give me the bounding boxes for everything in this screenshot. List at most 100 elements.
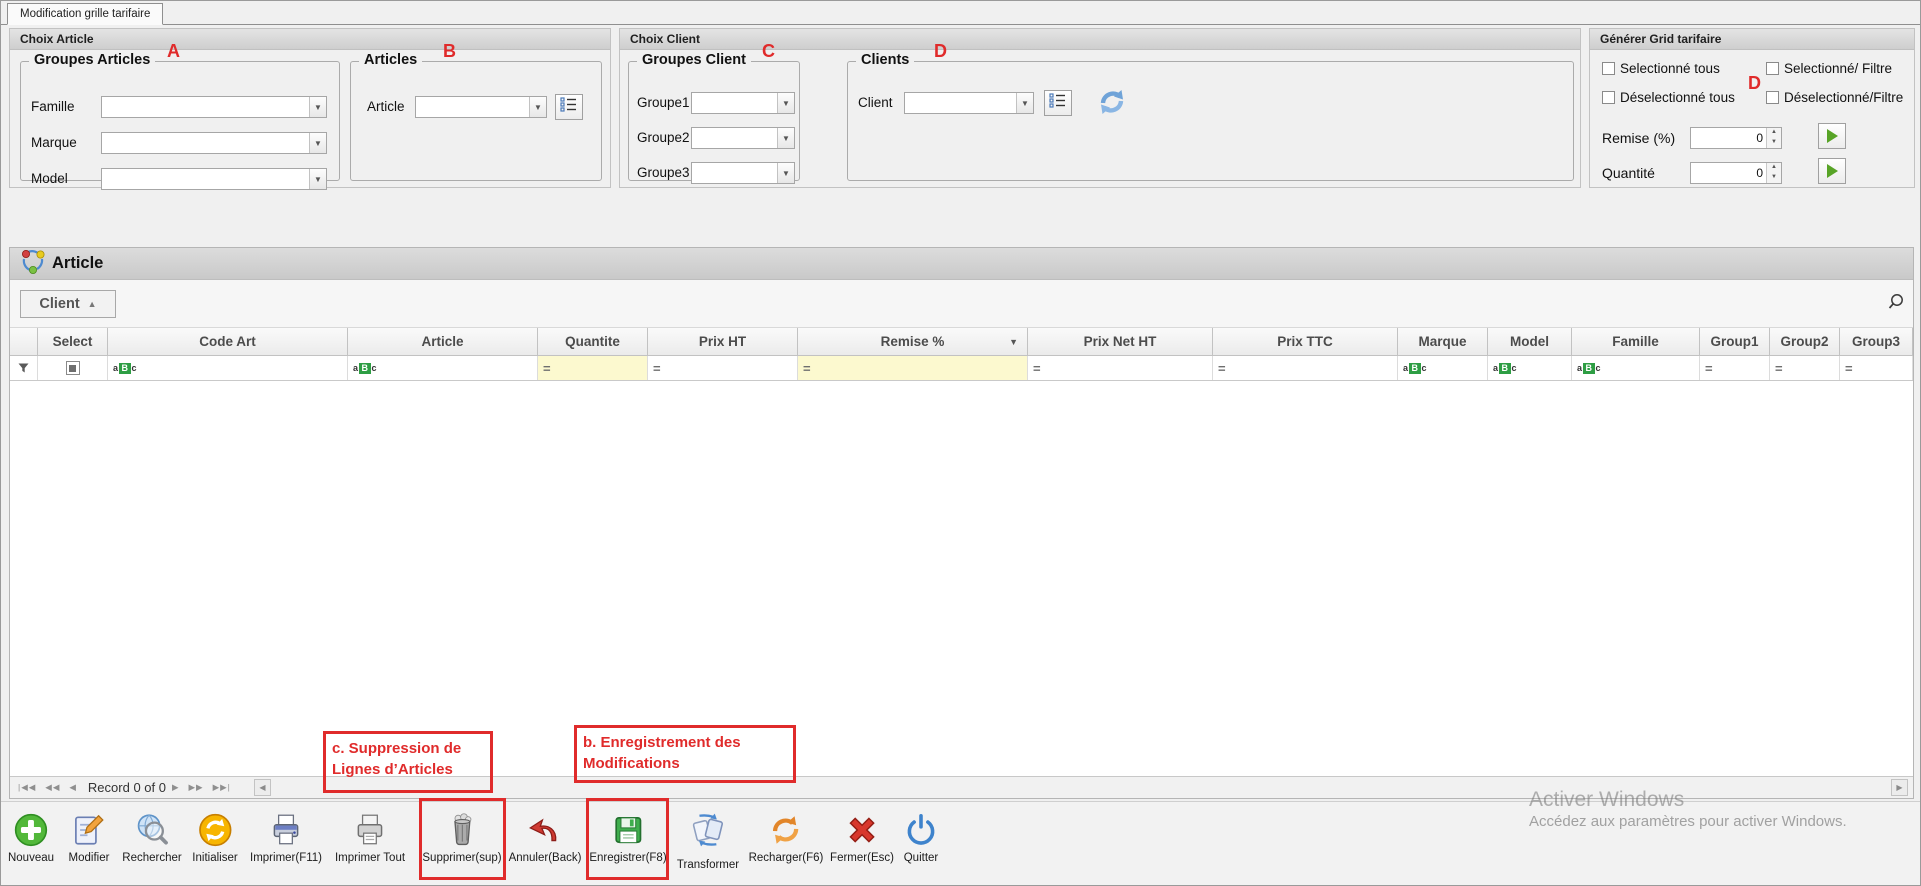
chevron-down-icon[interactable]: ▼ [529,97,546,117]
checkbox-selectionne-filtre[interactable]: Selectionné/ Filtre [1766,61,1892,76]
apply-quantite-button[interactable] [1818,158,1846,184]
toolbar-button-quitter[interactable]: Quitter [902,811,940,864]
filter-cell-article[interactable]: aBc [348,356,538,380]
remise-spinner[interactable]: 0▲▼ [1690,127,1782,149]
annotation-letter-c: C [762,41,775,62]
checkbox-icon[interactable] [1602,62,1615,75]
checkbox-icon[interactable] [1602,91,1615,104]
filter-cell-quantite[interactable]: = [538,356,648,380]
filter-cell-prix-net-ht[interactable]: = [1028,356,1213,380]
column-header-article[interactable]: Article [348,328,538,355]
chevron-down-icon[interactable]: ▼ [1016,93,1033,113]
chevron-down-icon[interactable]: ▼ [777,93,794,113]
filter-cell-remise[interactable]: = [798,356,1028,380]
group-by-client-button[interactable]: Client ▲ [20,290,116,318]
groupe1-combobox[interactable]: ▼ [691,92,795,114]
article-list-button[interactable] [555,94,583,120]
client-combobox[interactable]: ▼ [904,92,1034,114]
chevron-down-icon[interactable]: ▼ [777,163,794,183]
toolbar-button-modifier[interactable]: Modifier [69,811,110,864]
column-header-model[interactable]: Model [1488,328,1572,355]
column-header-remise[interactable]: Remise %▼ [798,328,1028,355]
toolbar-button-imprimer-tout[interactable]: Imprimer Tout [335,811,405,864]
numeric-filter-icon: = [543,361,551,376]
grid-search-icon[interactable] [1885,292,1905,317]
filter-cell-famille[interactable]: aBc [1572,356,1700,380]
chevron-down-icon[interactable]: ▼ [309,97,326,117]
column-header-label: Article [421,334,463,349]
quantite-value: 0 [1691,163,1766,183]
groupe1-label: Groupe1 [637,95,690,110]
column-header-label: Famille [1612,334,1659,349]
spinner-arrows[interactable]: ▲▼ [1766,163,1781,183]
filter-cell-group3[interactable]: = [1840,356,1913,380]
checkbox-deselectionne-filtre[interactable]: Déselectionné/Filtre [1766,90,1903,105]
tab-modification-grille-tarifaire[interactable]: Modification grille tarifaire [7,3,163,25]
column-header-prix-ht[interactable]: Prix HT [648,328,798,355]
filter-cell-marque[interactable]: aBc [1398,356,1488,380]
quantite-spinner[interactable]: 0▲▼ [1690,162,1782,184]
toolbar-button-initialiser[interactable]: Initialiser [192,811,237,864]
select-all-checkbox[interactable] [66,361,80,375]
groupe2-combobox[interactable]: ▼ [691,127,795,149]
column-header-group3[interactable]: Group3 [1840,328,1913,355]
filter-cell-prix-ht[interactable]: = [648,356,798,380]
toolbar-button-transformer[interactable]: Transformer [677,811,739,871]
toolbar-button-rechercher[interactable]: Rechercher [122,811,181,864]
column-header-famille[interactable]: Famille [1572,328,1700,355]
checkbox-icon[interactable] [1766,91,1779,104]
filter-cell-indicator[interactable] [10,356,38,380]
column-header-group1[interactable]: Group1 [1700,328,1770,355]
column-header-label: Prix Net HT [1084,334,1157,349]
h-scrollbar-right-button[interactable]: ▶ [1891,779,1908,796]
column-header-marque[interactable]: Marque [1398,328,1488,355]
filter-cell-code-art[interactable]: aBc [108,356,348,380]
toolbar-button-nouveau[interactable]: Nouveau [8,811,54,864]
article-combobox[interactable]: ▼ [415,96,547,118]
groupbox-groupes-articles-legend: Groupes Articles [29,52,155,68]
filter-cell-group1[interactable]: = [1700,356,1770,380]
column-header-code-art[interactable]: Code Art [108,328,348,355]
model-combobox[interactable]: ▼ [101,168,327,190]
checkbox-selectionne-tous[interactable]: Selectionné tous [1602,61,1720,76]
numeric-filter-icon: = [1775,361,1783,376]
column-header-prix-ttc[interactable]: Prix TTC [1213,328,1398,355]
nav-next-button[interactable]: ▶ [172,782,180,793]
chevron-down-icon[interactable]: ▼ [309,169,326,189]
filter-cell-group2[interactable]: = [1770,356,1840,380]
apply-remise-button[interactable] [1818,123,1846,149]
column-header-indicator[interactable] [10,328,38,355]
client-list-button[interactable] [1044,90,1072,116]
column-header-select[interactable]: Select [38,328,108,355]
nav-prev-button[interactable]: ◀ [69,782,77,793]
filter-cell-model[interactable]: aBc [1488,356,1572,380]
grid-body-empty[interactable] [10,381,1913,776]
spinner-arrows[interactable]: ▲▼ [1766,128,1781,148]
checkbox-icon[interactable] [1766,62,1779,75]
marque-combobox[interactable]: ▼ [101,132,327,154]
filter-cell-prix-ttc[interactable]: = [1213,356,1398,380]
play-icon [1827,129,1838,143]
filter-cell-select[interactable] [38,356,108,380]
column-header-quantite[interactable]: Quantite [538,328,648,355]
toolbar-button-fermer-esc[interactable]: Fermer(Esc) [830,811,894,864]
toolbar-button-imprimer-f11[interactable]: Imprimer(F11) [250,811,322,864]
article-label: Article [367,99,405,114]
toolbar-button-annuler-back[interactable]: Annuler(Back) [509,811,582,864]
famille-combobox[interactable]: ▼ [101,96,327,118]
toolbar-button-recharger-f6[interactable]: Recharger(F6) [749,811,824,864]
filter-dropdown-icon[interactable]: ▼ [1009,337,1018,347]
column-header-prix-net-ht[interactable]: Prix Net HT [1028,328,1213,355]
nav-next-page-button[interactable]: ▶▶ [189,782,204,793]
h-scrollbar-left-button[interactable]: ◀ [254,779,271,796]
text-filter-icon: aBc [113,363,137,374]
nav-prev-page-button[interactable]: ◀◀ [45,782,60,793]
nav-first-button[interactable]: |◀◀ [18,782,36,793]
groupe3-combobox[interactable]: ▼ [691,162,795,184]
chevron-down-icon[interactable]: ▼ [309,133,326,153]
checkbox-deselectionne-tous[interactable]: Déselectionné tous [1602,90,1735,105]
column-header-group2[interactable]: Group2 [1770,328,1840,355]
refresh-clients-icon[interactable] [1096,86,1128,118]
chevron-down-icon[interactable]: ▼ [777,128,794,148]
nav-last-button[interactable]: ▶▶| [213,782,231,793]
